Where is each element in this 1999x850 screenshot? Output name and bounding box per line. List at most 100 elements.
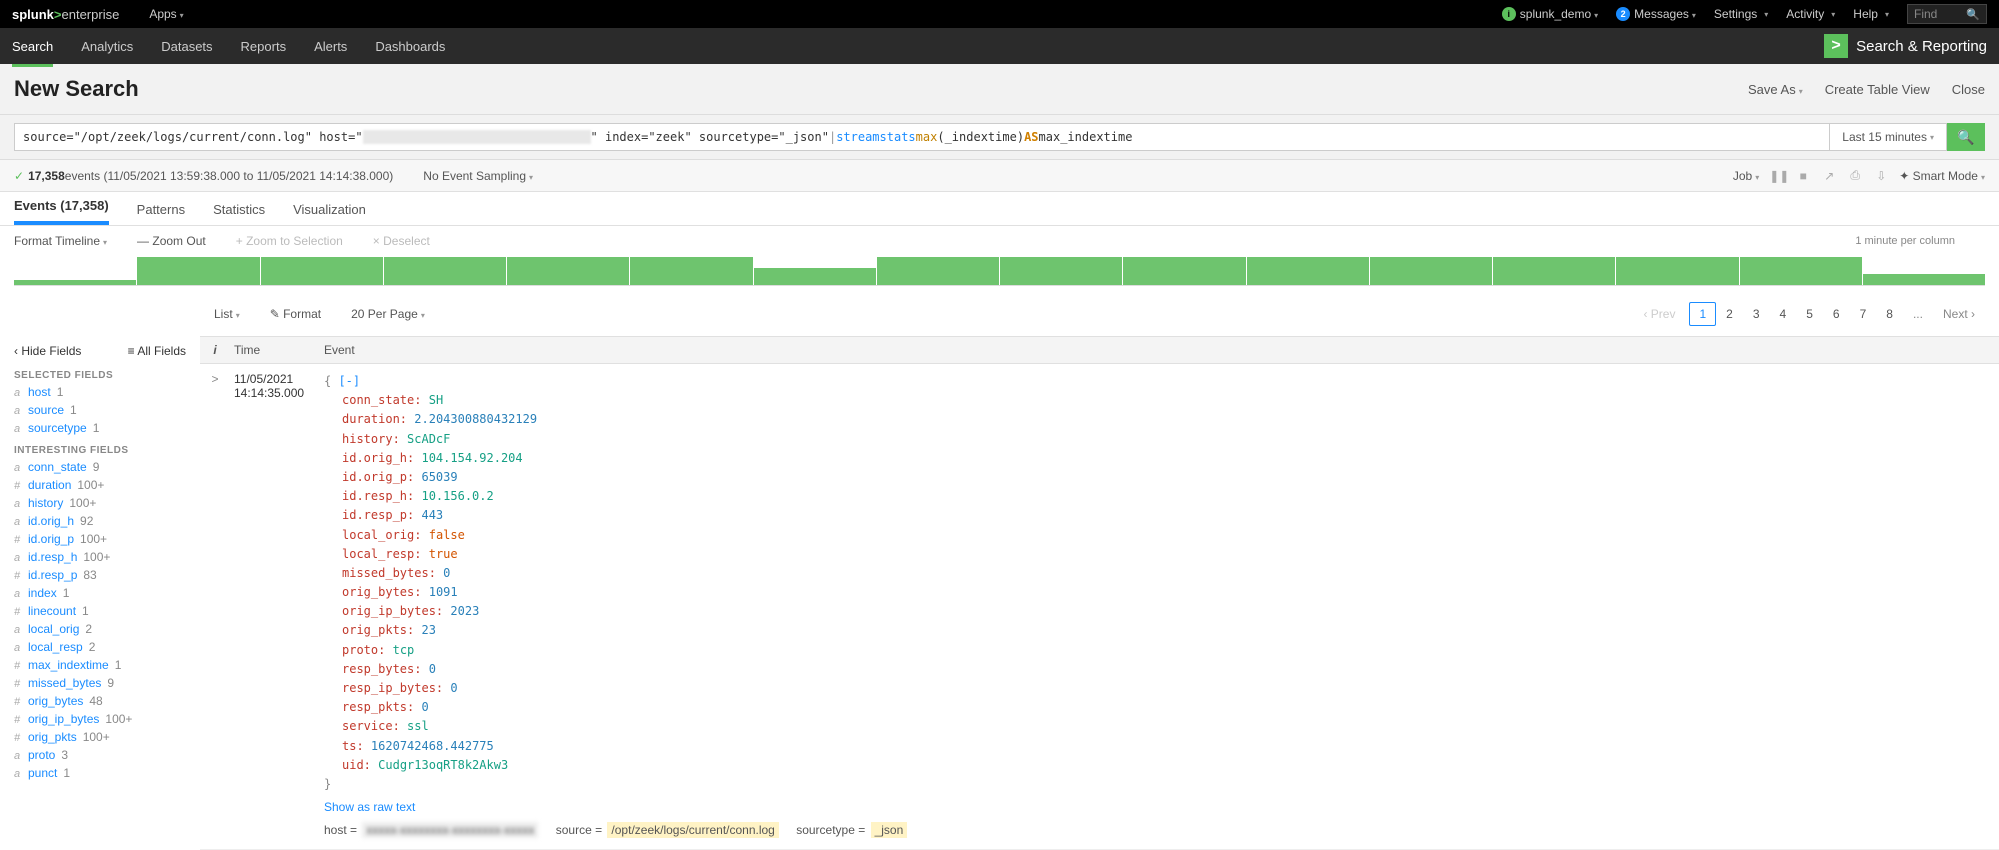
pager-page-6[interactable]: 6 [1823, 302, 1850, 326]
field-orig_pkts[interactable]: #orig_pkts100+ [14, 730, 186, 744]
all-fields-button[interactable]: ≡ All Fields [128, 344, 186, 358]
field-orig_ip_bytes[interactable]: #orig_ip_bytes100+ [14, 712, 186, 726]
timeline-bar[interactable] [384, 257, 506, 285]
timeline-bar[interactable] [14, 280, 136, 285]
timeline-bar[interactable] [1863, 274, 1985, 285]
timeline-bar[interactable] [1370, 257, 1492, 285]
timeline-bar[interactable] [630, 257, 752, 285]
field-history[interactable]: ahistory100+ [14, 496, 186, 510]
field-max_indextime[interactable]: #max_indextime1 [14, 658, 186, 672]
format-menu[interactable]: ✎ Format [270, 307, 321, 321]
field-duration[interactable]: #duration100+ [14, 478, 186, 492]
field-linecount[interactable]: #linecount1 [14, 604, 186, 618]
job-menu[interactable]: Job [1733, 169, 1759, 183]
field-host[interactable]: ahost1 [14, 385, 186, 399]
close-button[interactable]: Close [1952, 82, 1985, 97]
col-event[interactable]: Event [320, 337, 1999, 363]
search-mode-menu[interactable]: ✦ Smart Mode [1899, 169, 1985, 183]
json-field-missed_bytes[interactable]: missed_bytes: 0 [342, 564, 1995, 583]
json-field-conn_state[interactable]: conn_state: SH [342, 391, 1995, 410]
stop-icon[interactable]: ■ [1795, 169, 1811, 183]
col-info[interactable]: i [200, 337, 230, 363]
field-missed_bytes[interactable]: #missed_bytes9 [14, 676, 186, 690]
field-id-resp_p[interactable]: #id.resp_p83 [14, 568, 186, 582]
nav-tab-reports[interactable]: Reports [241, 29, 287, 64]
json-field-resp_pkts[interactable]: resp_pkts: 0 [342, 698, 1995, 717]
json-field-id-orig_p[interactable]: id.orig_p: 65039 [342, 468, 1995, 487]
field-index[interactable]: aindex1 [14, 586, 186, 600]
pager-page-7[interactable]: 7 [1850, 302, 1877, 326]
per-page-menu[interactable]: 20 Per Page [351, 307, 425, 321]
apps-menu[interactable]: Apps [149, 7, 183, 21]
timeline-bar[interactable] [507, 257, 629, 285]
timeline-bar[interactable] [1000, 257, 1122, 285]
messages-menu[interactable]: 2Messages [1616, 7, 1696, 21]
field-id-orig_p[interactable]: #id.orig_p100+ [14, 532, 186, 546]
col-time[interactable]: Time [230, 337, 320, 363]
json-field-orig_bytes[interactable]: orig_bytes: 1091 [342, 583, 1995, 602]
meta-source-value[interactable]: /opt/zeek/logs/current/conn.log [607, 822, 778, 838]
field-local_orig[interactable]: alocal_orig2 [14, 622, 186, 636]
share-icon[interactable]: ↗ [1821, 169, 1837, 183]
spl-search-input[interactable]: source="/opt/zeek/logs/current/conn.log"… [14, 123, 1830, 151]
timeline-bar[interactable] [1123, 257, 1245, 285]
json-field-ts[interactable]: ts: 1620742468.442775 [342, 737, 1995, 756]
json-field-id-resp_h[interactable]: id.resp_h: 10.156.0.2 [342, 487, 1995, 506]
json-field-service[interactable]: service: ssl [342, 717, 1995, 736]
pause-icon[interactable]: ❚❚ [1769, 169, 1785, 183]
field-sourcetype[interactable]: asourcetype1 [14, 421, 186, 435]
field-id-resp_h[interactable]: aid.resp_h100+ [14, 550, 186, 564]
timeline-bar[interactable] [754, 268, 876, 285]
pager-next[interactable]: Next › [1933, 302, 1985, 326]
nav-tab-dashboards[interactable]: Dashboards [375, 29, 445, 64]
pager-page-2[interactable]: 2 [1716, 302, 1743, 326]
pager-page-3[interactable]: 3 [1743, 302, 1770, 326]
field-conn_state[interactable]: aconn_state9 [14, 460, 186, 474]
timeline-bar[interactable] [1740, 257, 1862, 285]
pager-page-5[interactable]: 5 [1796, 302, 1823, 326]
event-sampling-menu[interactable]: No Event Sampling [423, 169, 533, 183]
create-table-view-link[interactable]: Create Table View [1825, 82, 1930, 97]
format-timeline-menu[interactable]: Format Timeline [14, 234, 107, 248]
json-field-resp_ip_bytes[interactable]: resp_ip_bytes: 0 [342, 679, 1995, 698]
timeline-bar[interactable] [137, 257, 259, 285]
field-source[interactable]: asource1 [14, 403, 186, 417]
tab-statistics[interactable]: Statistics [213, 194, 265, 225]
json-field-uid[interactable]: uid: Cudgr13oqRT8k2Akw3 [342, 756, 1995, 775]
timeline-chart[interactable] [0, 256, 1999, 292]
run-search-button[interactable]: 🔍 [1947, 123, 1985, 151]
nav-tab-datasets[interactable]: Datasets [161, 29, 212, 64]
time-range-picker[interactable]: Last 15 minutes [1830, 123, 1947, 151]
view-mode-menu[interactable]: List [214, 307, 240, 321]
json-field-local_orig[interactable]: local_orig: false [342, 526, 1995, 545]
pager-page-8[interactable]: 8 [1876, 302, 1903, 326]
json-field-duration[interactable]: duration: 2.204300880432129 [342, 410, 1995, 429]
field-proto[interactable]: aproto3 [14, 748, 186, 762]
json-field-history[interactable]: history: ScADcF [342, 430, 1995, 449]
pager-page-4[interactable]: 4 [1770, 302, 1797, 326]
timeline-bar[interactable] [261, 257, 383, 285]
json-field-local_resp[interactable]: local_resp: true [342, 545, 1995, 564]
nav-tab-search[interactable]: Search [12, 29, 53, 67]
meta-host-value[interactable]: xxxxx-xxxxxxxx-xxxxxxxx-xxxxx [362, 822, 538, 838]
meta-sourcetype-value[interactable]: _json [871, 822, 908, 838]
collapse-json-toggle[interactable]: [-] [338, 374, 360, 388]
json-field-resp_bytes[interactable]: resp_bytes: 0 [342, 660, 1995, 679]
field-orig_bytes[interactable]: #orig_bytes48 [14, 694, 186, 708]
hide-fields-button[interactable]: ‹ Hide Fields [14, 344, 81, 358]
nav-tab-analytics[interactable]: Analytics [81, 29, 133, 64]
json-field-id-orig_h[interactable]: id.orig_h: 104.154.92.204 [342, 449, 1995, 468]
json-field-orig_ip_bytes[interactable]: orig_ip_bytes: 2023 [342, 602, 1995, 621]
tab-patterns[interactable]: Patterns [137, 194, 185, 225]
tab-events[interactable]: Events (17,358) [14, 190, 109, 225]
global-find-input[interactable]: Find🔍 [1907, 4, 1987, 24]
field-id-orig_h[interactable]: aid.orig_h92 [14, 514, 186, 528]
expand-row-toggle[interactable]: > [200, 364, 230, 849]
timeline-bar[interactable] [1616, 257, 1738, 285]
field-punct[interactable]: apunct1 [14, 766, 186, 780]
timeline-bar[interactable] [1493, 257, 1615, 285]
show-raw-text-link[interactable]: Show as raw text [324, 798, 415, 817]
activity-menu[interactable]: Activity [1786, 7, 1835, 21]
pager-page-1[interactable]: 1 [1689, 302, 1716, 326]
settings-menu[interactable]: Settings [1714, 7, 1768, 21]
